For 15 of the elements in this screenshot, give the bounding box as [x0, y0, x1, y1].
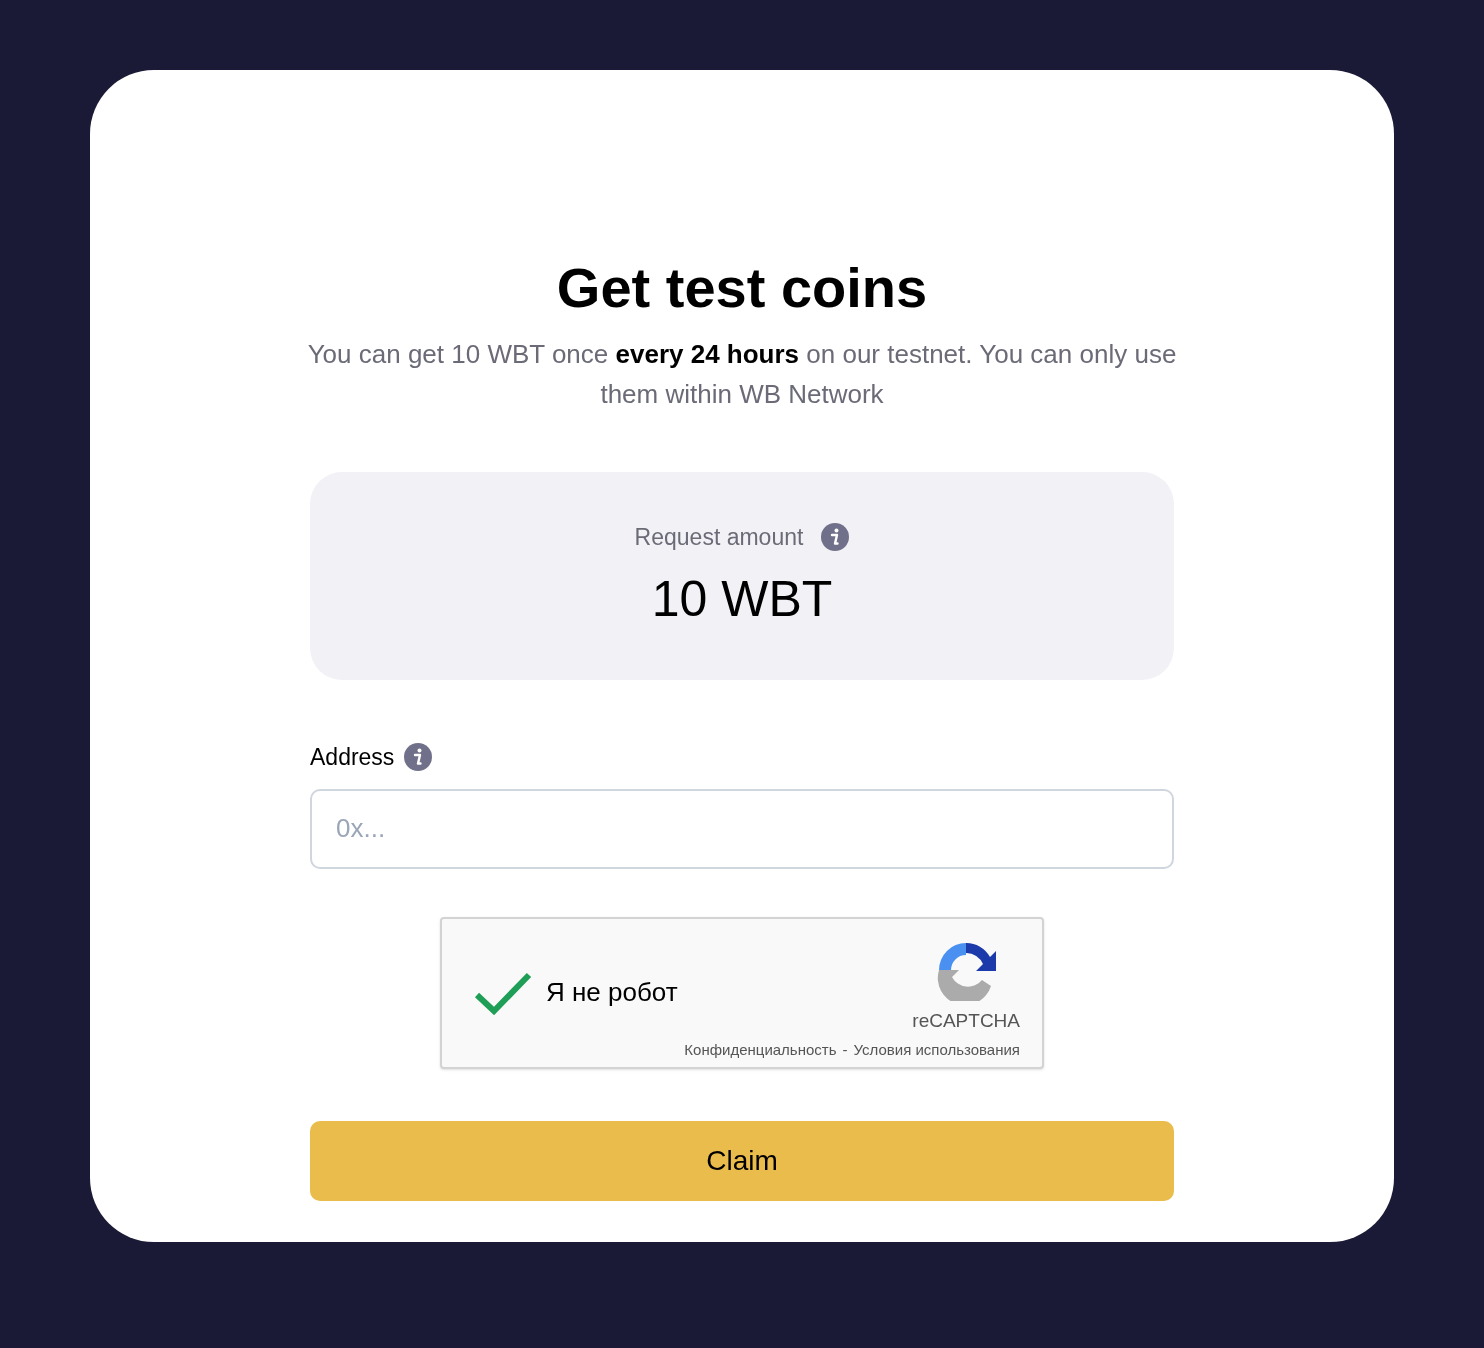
- address-label: Address: [310, 743, 395, 772]
- request-amount-label: Request amount: [634, 523, 804, 552]
- subtitle: You can get 10 WBT once every 24 hours on our testnet. You can only use them within WB Network: [306, 338, 1178, 411]
- claim-button[interactable]: Claim: [310, 1120, 1174, 1201]
- info-icon[interactable]: [821, 523, 850, 552]
- checkmark-icon[interactable]: [474, 970, 532, 1015]
- page-title: Get test coins: [556, 256, 928, 320]
- terms-link[interactable]: Условия использования: [853, 1039, 1020, 1062]
- privacy-link[interactable]: Конфиденциальность: [684, 1039, 837, 1062]
- address-field[interactable]: 0x...: [310, 788, 1174, 869]
- recaptcha-brand: reCAPTCHA: [912, 1008, 1020, 1033]
- request-amount-value: 10 WBT: [651, 569, 833, 629]
- captcha-label: Я не робот: [546, 976, 678, 1009]
- link-separator: -: [842, 1040, 848, 1060]
- info-icon[interactable]: [404, 743, 433, 772]
